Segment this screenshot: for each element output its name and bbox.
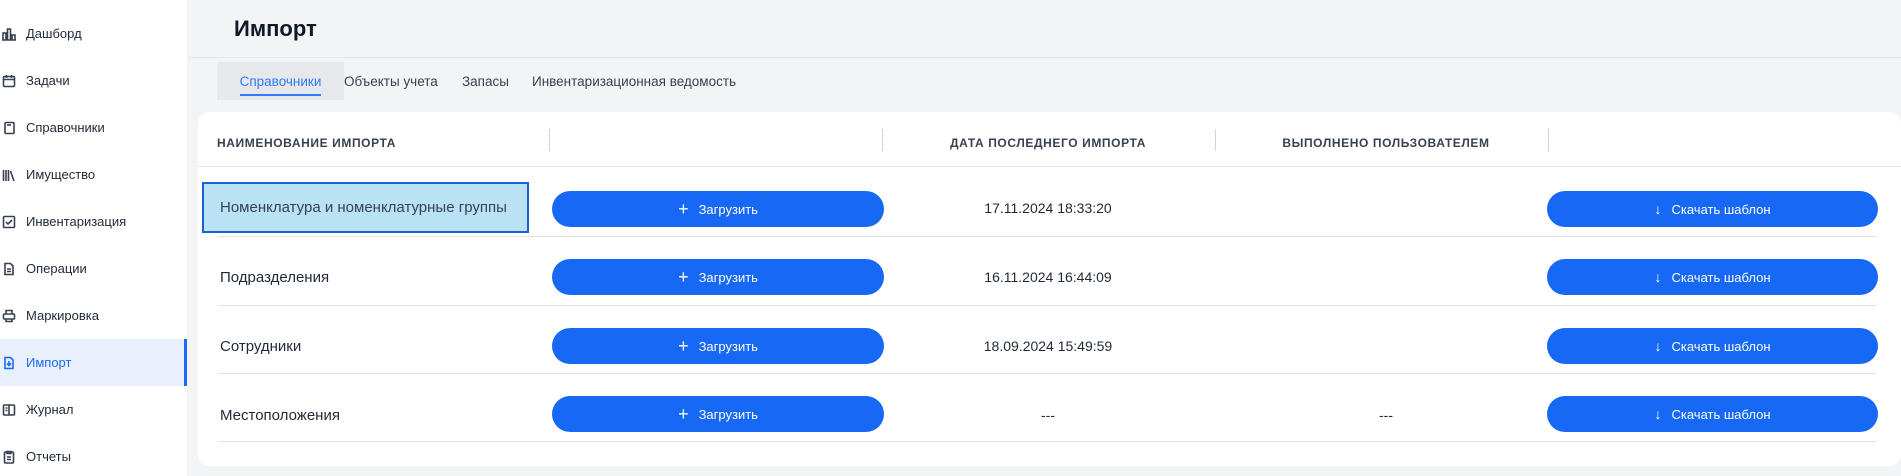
sidebar-item-property[interactable]: Имущество (0, 151, 187, 198)
upload-button-label: Загрузить (698, 201, 758, 217)
plus-icon: + (678, 199, 689, 219)
download-button-label: Скачать шаблон (1671, 269, 1771, 285)
upload-button[interactable]: + Загрузить (552, 259, 884, 295)
last-import-date: --- (1041, 407, 1055, 423)
upload-button-label: Загрузить (698, 269, 758, 285)
last-import-date: 18.09.2024 15:49:59 (983, 338, 1113, 354)
sidebar-item-label: Инвентаризация (26, 214, 127, 229)
sidebar-item-inventory[interactable]: Инвентаризация (0, 198, 187, 245)
import-table: НАИМЕНОВАНИЕ ИМПОРТА ДАТА ПОСЛЕДНЕГО ИМП… (198, 112, 1901, 466)
tab-label: Справочники (239, 74, 322, 96)
table-row-name-selected[interactable]: Номенклатура и номенклатурные группы (202, 182, 529, 233)
sidebar-item-label: Журнал (26, 402, 74, 417)
tab-references[interactable]: Справочники (217, 62, 344, 100)
clipboard-icon (0, 448, 18, 466)
page-title: Импорт (234, 16, 317, 41)
download-template-button[interactable]: ↓ Скачать шаблон (1547, 328, 1878, 364)
performed-by: --- (1379, 407, 1393, 423)
sidebar-item-label: Операции (26, 261, 87, 276)
download-template-button[interactable]: ↓ Скачать шаблон (1547, 396, 1878, 432)
arrow-down-icon: ↓ (1654, 338, 1662, 354)
plus-icon: + (678, 336, 689, 356)
upload-button[interactable]: + Загрузить (552, 396, 884, 432)
tab-inventory-sheet[interactable]: Инвентаризационная ведомость (532, 62, 736, 100)
header-divider (187, 57, 1901, 58)
sidebar-item-dashboard[interactable]: Дашборд (0, 10, 187, 57)
last-import-date: 17.11.2024 18:33:20 (984, 200, 1112, 216)
library-icon (0, 166, 18, 184)
sidebar-item-reports[interactable]: Отчеты (0, 433, 187, 476)
download-button-label: Скачать шаблон (1671, 338, 1771, 354)
arrow-down-icon: ↓ (1654, 269, 1662, 285)
sidebar-item-import[interactable]: Импорт (0, 339, 187, 386)
sidebar-item-references[interactable]: Справочники (0, 104, 187, 151)
row-divider (218, 236, 1876, 237)
upload-button-label: Загрузить (698, 406, 758, 422)
book-icon (0, 119, 18, 137)
sidebar-item-marking[interactable]: Маркировка (0, 292, 187, 339)
column-header-import-name: НАИМЕНОВАНИЕ ИМПОРТА (217, 136, 396, 150)
printer-icon (0, 307, 18, 325)
row-divider (218, 441, 1876, 442)
arrow-down-icon: ↓ (1654, 406, 1662, 422)
row-divider (218, 305, 1876, 306)
table-row-name[interactable]: Сотрудники (220, 338, 301, 355)
sidebar-item-label: Справочники (26, 120, 105, 135)
tab-label: Объекты учета (344, 73, 438, 89)
file-import-icon (0, 354, 18, 372)
chart-bar-icon (0, 25, 18, 43)
header-divider-line (198, 166, 1901, 167)
download-button-label: Скачать шаблон (1671, 201, 1771, 217)
journal-icon (0, 401, 18, 419)
download-template-button[interactable]: ↓ Скачать шаблон (1547, 191, 1878, 227)
column-divider (1548, 129, 1549, 151)
table-row-name[interactable]: Подразделения (220, 269, 329, 286)
tab-label: Запасы (462, 73, 509, 89)
sidebar-item-label: Имущество (26, 167, 96, 182)
upload-button[interactable]: + Загрузить (552, 328, 884, 364)
tab-stocks[interactable]: Запасы (462, 62, 509, 100)
column-header-last-import-date: ДАТА ПОСЛЕДНЕГО ИМПОРТА (950, 136, 1146, 150)
download-button-label: Скачать шаблон (1671, 406, 1771, 422)
tab-accounting-objects[interactable]: Объекты учета (344, 62, 438, 100)
last-import-date: 16.11.2024 16:44:09 (984, 269, 1112, 285)
plus-icon: + (678, 267, 689, 287)
plus-icon: + (678, 404, 689, 424)
sidebar-item-label: Дашборд (26, 26, 82, 41)
row-divider (218, 373, 1876, 374)
sidebar-item-label: Импорт (26, 355, 72, 370)
document-icon (0, 260, 18, 278)
column-header-performed-by: ВЫПОЛНЕНО ПОЛЬЗОВАТЕЛЕМ (1282, 136, 1490, 150)
sidebar-item-operations[interactable]: Операции (0, 245, 187, 292)
sidebar-item-journal[interactable]: Журнал (0, 386, 187, 433)
table-row-name[interactable]: Местоположения (220, 407, 340, 424)
sidebar-item-label: Отчеты (26, 449, 71, 464)
upload-button-label: Загрузить (698, 338, 758, 354)
upload-button[interactable]: + Загрузить (552, 191, 884, 227)
sidebar-item-label: Маркировка (26, 308, 99, 323)
arrow-down-icon: ↓ (1654, 201, 1662, 217)
calendar-icon (0, 72, 18, 90)
column-divider (1215, 129, 1216, 151)
sidebar-item-label: Задачи (26, 73, 70, 88)
sidebar: Дашборд Задачи Справочники Имущество Инв… (0, 0, 187, 476)
download-template-button[interactable]: ↓ Скачать шаблон (1547, 259, 1878, 295)
tab-label: Инвентаризационная ведомость (532, 73, 737, 89)
column-divider (549, 129, 550, 151)
column-divider (882, 129, 883, 151)
checklist-icon (0, 213, 18, 231)
sidebar-item-tasks[interactable]: Задачи (0, 57, 187, 104)
